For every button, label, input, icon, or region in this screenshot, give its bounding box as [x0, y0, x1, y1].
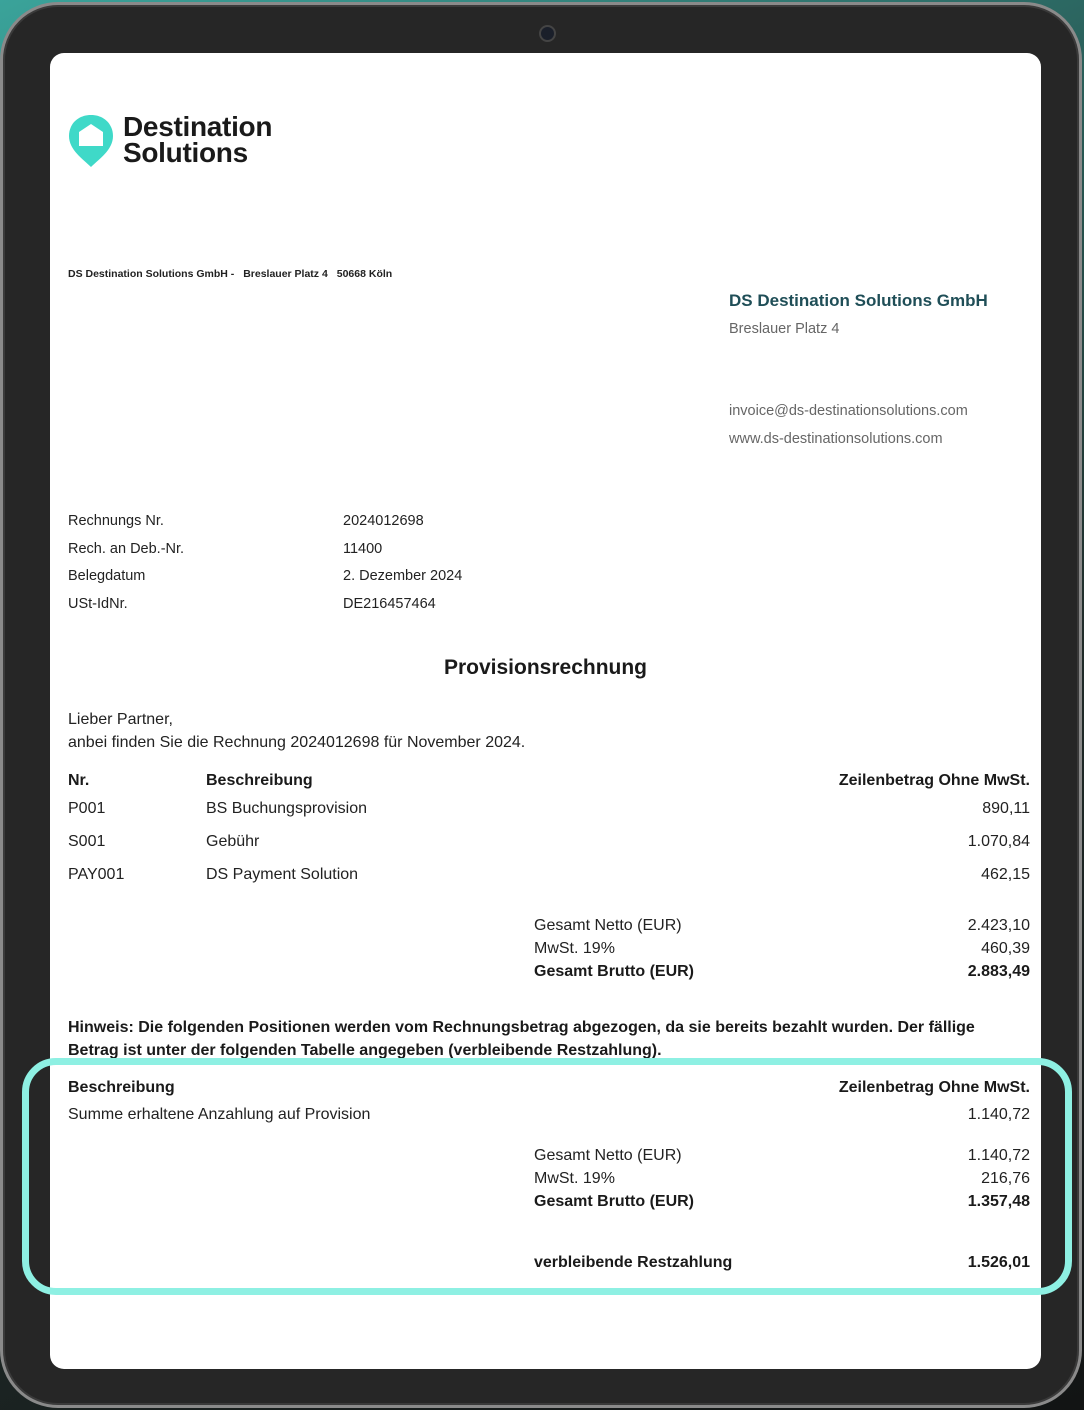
total-net-label: Gesamt Netto (EUR) — [534, 917, 682, 934]
table-row-description: Gebühr — [206, 833, 260, 850]
table-row-description: BS Buchungsprovision — [206, 800, 367, 817]
table2-row-description: Summe erhaltene Anzahlung auf Provision — [68, 1106, 371, 1123]
location-pin-icon — [69, 115, 113, 167]
logo-wordmark: Destination Solutions — [123, 111, 273, 168]
meta-row: Rechnungs Nr. 2024012698 — [68, 513, 424, 529]
tablet-frame: Destination Solutions DS Destination Sol… — [0, 2, 1082, 1408]
deposit-vat-label: MwSt. 19% — [534, 1170, 615, 1187]
invoice-document: Destination Solutions DS Destination Sol… — [50, 53, 1041, 1369]
remaining-payment-label: verbleibende Restzahlung — [534, 1254, 733, 1271]
deposit-gross-value: 1.357,48 — [967, 1193, 1030, 1210]
table-row-amount: 1.070,84 — [967, 833, 1030, 850]
company-website: www.ds-destinationsolutions.com — [729, 431, 943, 447]
table-header-description: Beschreibung — [206, 772, 313, 789]
meta-row: Rech. an Deb.-Nr. 11400 — [68, 540, 383, 557]
table2-header-amount: Zeilenbetrag Ohne MwSt. — [838, 1079, 1030, 1096]
camera-icon — [539, 25, 556, 42]
vat-value: 460,39 — [981, 940, 1030, 957]
sender-address-line: DS Destination Solutions GmbH - Breslaue… — [68, 268, 393, 280]
company-name: DS Destination Solutions GmbH — [729, 291, 988, 310]
company-address: Breslauer Platz 4 — [729, 321, 840, 337]
deposit-net-value: 1.140,72 — [967, 1147, 1030, 1164]
table-row-nr: P001 — [68, 800, 106, 817]
deposit-vat-value: 216,76 — [981, 1170, 1030, 1187]
total-gross-label: Gesamt Brutto (EUR) — [534, 963, 695, 980]
remaining-payment-value: 1.526,01 — [967, 1254, 1030, 1271]
total-gross-value: 2.883,49 — [967, 963, 1030, 980]
table-row-amount: 462,15 — [981, 866, 1030, 883]
invoice-meta: Rechnungs Nr. 2024012698 Rech. an Deb.-N… — [68, 513, 568, 623]
deposit-net-label: Gesamt Netto (EUR) — [534, 1147, 682, 1164]
table2-header-description: Beschreibung — [68, 1079, 175, 1096]
table-row-nr: S001 — [68, 833, 106, 850]
document-title: Provisionsrechnung — [443, 656, 648, 679]
meta-row: Belegdatum 2. Dezember 2024 — [68, 568, 463, 584]
vat-label: MwSt. 19% — [534, 940, 615, 957]
table-header-amount: Zeilenbetrag Ohne MwSt. — [838, 772, 1030, 789]
company-email: invoice@ds-destinationsolutions.com — [729, 403, 968, 419]
deposit-gross-label: Gesamt Brutto (EUR) — [534, 1193, 695, 1210]
table-row-amount: 890,11 — [982, 800, 1030, 817]
deduction-note: Hinweis: Die folgenden Positionen werden… — [68, 1019, 975, 1059]
table-row-description: DS Payment Solution — [206, 866, 359, 883]
table-header-nr: Nr. — [68, 772, 90, 789]
table-row-nr: PAY001 — [68, 866, 125, 883]
table2-row-amount: 1.140,72 — [967, 1106, 1030, 1123]
meta-row: USt-IdNr. DE216457464 — [68, 595, 436, 612]
company-logo: Destination Solutions — [67, 113, 327, 173]
intro-text: Lieber Partner, anbei finden Sie die Rec… — [68, 711, 526, 751]
total-net-value: 2.423,10 — [967, 917, 1030, 934]
